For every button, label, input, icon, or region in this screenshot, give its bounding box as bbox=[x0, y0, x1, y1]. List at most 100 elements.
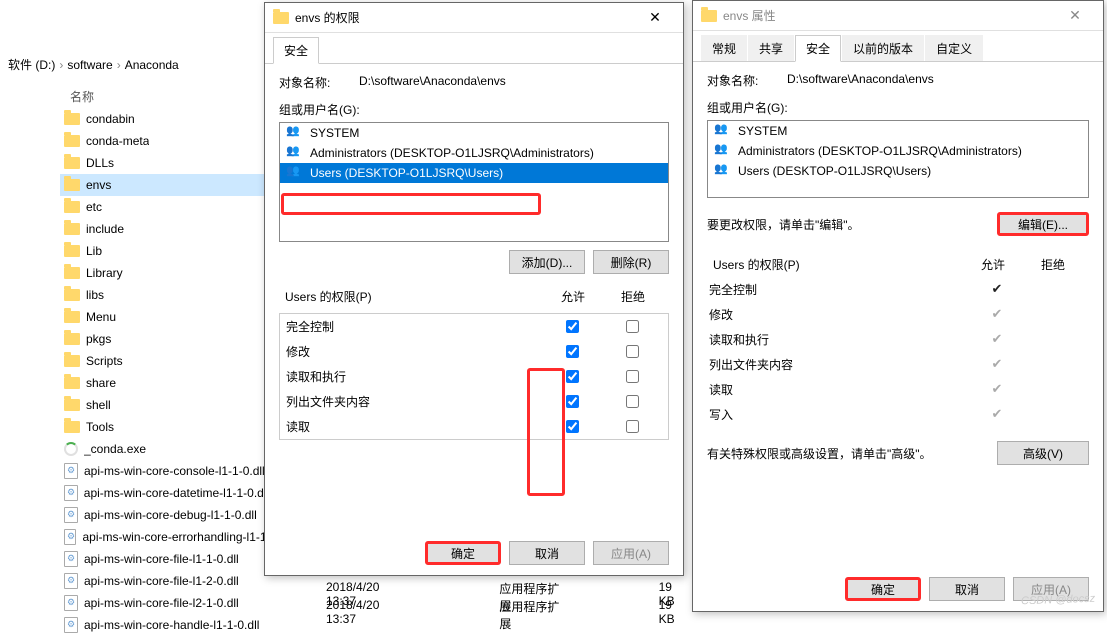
groups-label: 组或用户名(G): bbox=[707, 99, 1089, 116]
allow-checkbox[interactable] bbox=[566, 395, 579, 408]
allow-checkbox[interactable] bbox=[566, 320, 579, 333]
check-icon: ✔ bbox=[992, 306, 1003, 321]
file-type: 应用程序扩展 bbox=[499, 598, 568, 632]
dll-icon bbox=[64, 595, 78, 611]
tab-以前的版本[interactable]: 以前的版本 bbox=[842, 35, 924, 61]
allow-checkbox[interactable] bbox=[566, 420, 579, 433]
list-item[interactable]: Menu bbox=[60, 306, 270, 328]
list-item[interactable]: Library bbox=[60, 262, 270, 284]
groups-listbox[interactable]: SYSTEMAdministrators (DESKTOP-O1LJSRQ\Ad… bbox=[707, 120, 1089, 198]
item-label: api-ms-win-core-debug-l1-1-0.dll bbox=[84, 508, 257, 522]
apply-button[interactable]: 应用(A) bbox=[593, 541, 669, 565]
check-icon: ✔ bbox=[992, 331, 1003, 346]
permission-row: 读取 bbox=[280, 414, 668, 439]
list-item[interactable]: include bbox=[60, 218, 270, 240]
group-item[interactable]: Users (DESKTOP-O1LJSRQ\Users) bbox=[280, 163, 668, 183]
item-label: etc bbox=[86, 200, 102, 214]
allow-checkbox[interactable] bbox=[566, 370, 579, 383]
group-item[interactable]: Users (DESKTOP-O1LJSRQ\Users) bbox=[708, 161, 1088, 181]
list-item[interactable]: api-ms-win-core-errorhandling-l1-1-0.dll bbox=[60, 526, 270, 548]
list-item[interactable]: DLLs bbox=[60, 152, 270, 174]
groups-listbox[interactable]: SYSTEM Administrators (DESKTOP-O1LJSRQ\Ad… bbox=[279, 122, 669, 242]
permission-name: 读取 bbox=[709, 381, 967, 398]
list-item[interactable]: api-ms-win-core-datetime-l1-1-0.dll bbox=[60, 482, 270, 504]
tab-共享[interactable]: 共享 bbox=[748, 35, 794, 61]
deny-checkbox[interactable] bbox=[626, 320, 639, 333]
deny-checkbox[interactable] bbox=[626, 370, 639, 383]
tab-security[interactable]: 安全 bbox=[273, 37, 319, 64]
ok-button[interactable]: 确定 bbox=[425, 541, 501, 565]
list-item[interactable]: pkgs bbox=[60, 328, 270, 350]
dll-icon bbox=[64, 551, 78, 567]
list-item[interactable]: condabin bbox=[60, 108, 270, 130]
folder-icon bbox=[64, 355, 80, 367]
breadcrumb-part[interactable]: Anaconda bbox=[125, 58, 179, 72]
item-label: api-ms-win-core-datetime-l1-1-0.dll bbox=[84, 486, 266, 500]
list-item[interactable]: api-ms-win-core-file-l2-1-0.dll bbox=[60, 592, 270, 614]
group-icon bbox=[714, 164, 732, 178]
breadcrumb[interactable]: 软件 (D:) › software › Anaconda bbox=[0, 52, 187, 77]
add-button[interactable]: 添加(D)... bbox=[509, 250, 585, 274]
titlebar[interactable]: envs 属性 ✕ bbox=[693, 1, 1103, 31]
deny-checkbox[interactable] bbox=[626, 395, 639, 408]
list-item[interactable]: shell bbox=[60, 394, 270, 416]
tab-安全[interactable]: 安全 bbox=[795, 35, 841, 62]
folder-icon bbox=[701, 10, 717, 22]
list-item[interactable]: etc bbox=[60, 196, 270, 218]
group-name: Users (DESKTOP-O1LJSRQ\Users) bbox=[310, 166, 503, 180]
deny-checkbox[interactable] bbox=[626, 345, 639, 358]
cancel-button[interactable]: 取消 bbox=[509, 541, 585, 565]
group-icon bbox=[714, 124, 732, 138]
ok-button[interactable]: 确定 bbox=[845, 577, 921, 601]
tabs: 常规共享安全以前的版本自定义 bbox=[693, 31, 1103, 62]
titlebar[interactable]: envs 的权限 ✕ bbox=[265, 3, 683, 33]
item-label: api-ms-win-core-handle-l1-1-0.dll bbox=[84, 618, 259, 632]
item-label: include bbox=[86, 222, 124, 236]
tab-常规[interactable]: 常规 bbox=[701, 35, 747, 61]
group-item[interactable]: Administrators (DESKTOP-O1LJSRQ\Administ… bbox=[708, 141, 1088, 161]
folder-icon bbox=[64, 289, 80, 301]
breadcrumb-sep: › bbox=[117, 58, 121, 72]
list-item[interactable]: envs bbox=[60, 174, 270, 196]
list-item[interactable]: Lib bbox=[60, 240, 270, 262]
item-label: conda-meta bbox=[86, 134, 149, 148]
group-item[interactable]: Administrators (DESKTOP-O1LJSRQ\Administ… bbox=[280, 143, 668, 163]
list-item[interactable]: Tools bbox=[60, 416, 270, 438]
group-item[interactable]: SYSTEM bbox=[280, 123, 668, 143]
breadcrumb-part[interactable]: 软件 (D:) bbox=[8, 56, 55, 73]
remove-button[interactable]: 删除(R) bbox=[593, 250, 669, 274]
deny-checkbox[interactable] bbox=[626, 420, 639, 433]
cancel-button[interactable]: 取消 bbox=[929, 577, 1005, 601]
edit-hint: 要更改权限，请单击"编辑"。 bbox=[707, 216, 981, 233]
list-item[interactable]: api-ms-win-core-console-l1-1-0.dll bbox=[60, 460, 270, 482]
advanced-hint: 有关特殊权限或高级设置，请单击"高级"。 bbox=[707, 445, 981, 462]
list-item[interactable]: libs bbox=[60, 284, 270, 306]
permission-name: 读取和执行 bbox=[286, 368, 542, 385]
list-item[interactable]: conda-meta bbox=[60, 130, 270, 152]
list-item[interactable]: Scripts bbox=[60, 350, 270, 372]
list-item[interactable]: api-ms-win-core-handle-l1-1-0.dll bbox=[60, 614, 270, 636]
permission-row: 写入✔ bbox=[707, 402, 1089, 427]
list-item[interactable]: _conda.exe bbox=[60, 438, 270, 460]
item-label: Scripts bbox=[86, 354, 123, 368]
group-icon bbox=[286, 146, 304, 160]
list-item[interactable]: share bbox=[60, 372, 270, 394]
item-label: pkgs bbox=[86, 332, 111, 346]
object-name-row: 对象名称: D:\software\Anaconda\envs bbox=[707, 72, 1089, 89]
group-item[interactable]: SYSTEM bbox=[708, 121, 1088, 141]
item-label: Menu bbox=[86, 310, 116, 324]
list-item[interactable]: api-ms-win-core-debug-l1-1-0.dll bbox=[60, 504, 270, 526]
breadcrumb-part[interactable]: software bbox=[67, 58, 112, 72]
advanced-button[interactable]: 高级(V) bbox=[997, 441, 1089, 465]
edit-button[interactable]: 编辑(E)... bbox=[997, 212, 1089, 236]
close-icon[interactable]: ✕ bbox=[1055, 7, 1095, 24]
list-item[interactable]: api-ms-win-core-file-l1-2-0.dll bbox=[60, 570, 270, 592]
group-icon bbox=[286, 126, 304, 140]
permission-row: 完全控制✔ bbox=[707, 277, 1089, 302]
column-header-name[interactable]: 名称 bbox=[70, 88, 94, 105]
tab-自定义[interactable]: 自定义 bbox=[925, 35, 983, 61]
close-icon[interactable]: ✕ bbox=[635, 9, 675, 26]
group-name: SYSTEM bbox=[310, 126, 359, 140]
list-item[interactable]: api-ms-win-core-file-l1-1-0.dll bbox=[60, 548, 270, 570]
allow-checkbox[interactable] bbox=[566, 345, 579, 358]
